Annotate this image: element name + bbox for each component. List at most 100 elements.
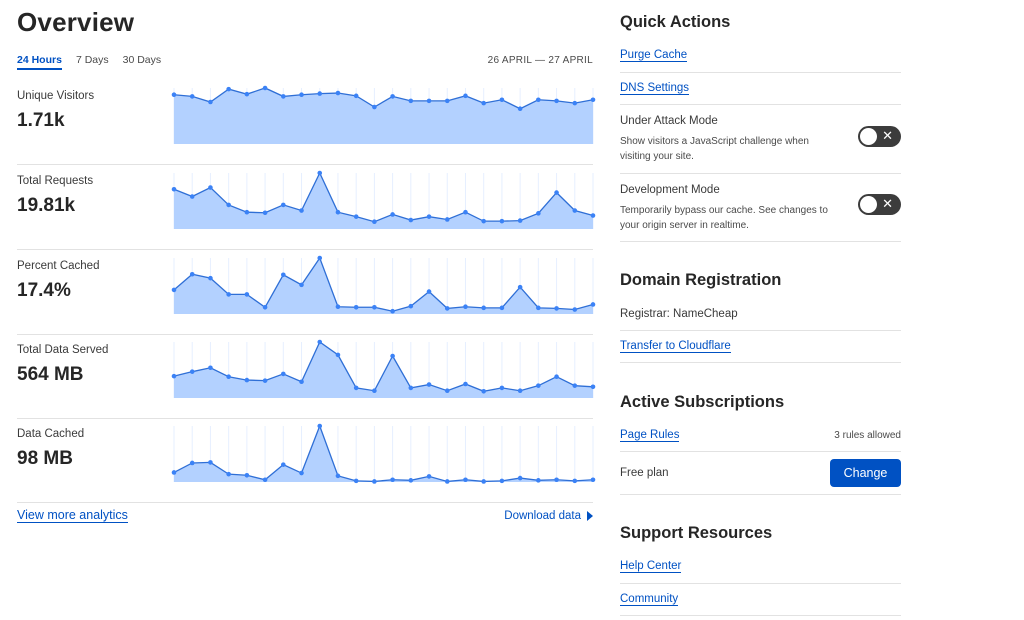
development-mode-toggle[interactable]: ✕	[858, 194, 901, 215]
data-point[interactable]	[554, 190, 559, 195]
data-point[interactable]	[517, 218, 523, 223]
data-point[interactable]	[481, 479, 486, 484]
data-point[interactable]	[426, 474, 432, 479]
data-point[interactable]	[426, 98, 432, 104]
data-point[interactable]	[590, 384, 596, 390]
data-point[interactable]	[554, 306, 559, 311]
data-point[interactable]	[463, 209, 468, 215]
data-point[interactable]	[244, 209, 250, 215]
data-point[interactable]	[536, 383, 541, 388]
data-point[interactable]	[372, 479, 377, 484]
data-point[interactable]	[590, 477, 596, 483]
data-point[interactable]	[335, 90, 341, 96]
data-point[interactable]	[536, 97, 541, 103]
data-point[interactable]	[554, 98, 559, 104]
data-point[interactable]	[353, 478, 359, 484]
data-point[interactable]	[208, 185, 213, 190]
data-point[interactable]	[554, 477, 559, 483]
data-point[interactable]	[189, 271, 195, 277]
data-point[interactable]	[226, 86, 231, 92]
data-point[interactable]	[335, 352, 341, 358]
data-point[interactable]	[171, 287, 177, 293]
under-attack-toggle[interactable]: ✕	[858, 126, 901, 147]
data-point[interactable]	[517, 388, 523, 394]
data-point[interactable]	[171, 470, 177, 475]
data-point[interactable]	[244, 292, 250, 297]
data-point[interactable]	[335, 304, 341, 310]
tab-30-days[interactable]: 30 Days	[123, 54, 162, 70]
data-point[interactable]	[481, 218, 486, 224]
data-point[interactable]	[262, 210, 268, 216]
data-point[interactable]	[372, 104, 377, 110]
help-center-link[interactable]: Help Center	[620, 560, 682, 573]
data-point[interactable]	[226, 292, 231, 297]
change-plan-button[interactable]: Change	[830, 459, 901, 487]
data-point[interactable]	[572, 307, 578, 312]
data-point[interactable]	[499, 385, 505, 391]
data-point[interactable]	[317, 170, 323, 176]
data-point[interactable]	[226, 471, 231, 477]
dns-settings-link[interactable]: DNS Settings	[620, 82, 690, 95]
data-point[interactable]	[572, 208, 578, 213]
data-point[interactable]	[299, 208, 304, 213]
data-point[interactable]	[390, 353, 395, 359]
data-point[interactable]	[262, 477, 268, 483]
data-point[interactable]	[189, 369, 195, 374]
data-point[interactable]	[372, 304, 377, 310]
data-point[interactable]	[281, 272, 286, 278]
data-point[interactable]	[444, 479, 450, 484]
data-point[interactable]	[317, 423, 323, 429]
data-point[interactable]	[281, 94, 286, 99]
data-point[interactable]	[390, 477, 395, 483]
data-point[interactable]	[517, 106, 523, 112]
data-point[interactable]	[426, 214, 432, 219]
tab-7-days[interactable]: 7 Days	[76, 54, 109, 70]
data-point[interactable]	[481, 388, 486, 394]
data-point[interactable]	[189, 460, 195, 466]
data-point[interactable]	[590, 302, 596, 307]
data-point[interactable]	[353, 214, 359, 219]
data-point[interactable]	[281, 371, 286, 377]
data-point[interactable]	[189, 94, 195, 99]
data-point[interactable]	[171, 186, 177, 192]
data-point[interactable]	[281, 202, 286, 208]
page-rules-link[interactable]: Page Rules	[620, 429, 680, 442]
data-point[interactable]	[335, 473, 341, 479]
view-more-analytics-link[interactable]: View more analytics	[17, 508, 128, 523]
data-point[interactable]	[536, 305, 541, 311]
data-point[interactable]	[499, 305, 505, 311]
data-point[interactable]	[590, 213, 596, 218]
purge-cache-link[interactable]: Purge Cache	[620, 49, 688, 62]
data-point[interactable]	[444, 388, 450, 394]
data-point[interactable]	[536, 211, 541, 216]
transfer-to-cloudflare-link[interactable]: Transfer to Cloudflare	[620, 340, 731, 353]
data-point[interactable]	[390, 308, 395, 314]
data-point[interactable]	[335, 209, 341, 215]
data-point[interactable]	[481, 100, 486, 106]
data-point[interactable]	[244, 377, 250, 383]
data-point[interactable]	[408, 98, 414, 104]
data-point[interactable]	[426, 382, 432, 387]
download-data-button[interactable]: Download data	[504, 510, 593, 522]
data-point[interactable]	[390, 94, 395, 99]
data-point[interactable]	[390, 212, 395, 217]
data-point[interactable]	[317, 339, 323, 345]
data-point[interactable]	[499, 478, 505, 484]
data-point[interactable]	[281, 462, 286, 467]
data-point[interactable]	[372, 219, 377, 225]
data-point[interactable]	[463, 93, 468, 99]
data-point[interactable]	[353, 93, 359, 99]
data-point[interactable]	[463, 381, 468, 387]
data-point[interactable]	[444, 306, 450, 311]
data-point[interactable]	[590, 97, 596, 103]
data-point[interactable]	[262, 378, 268, 383]
data-point[interactable]	[299, 470, 304, 476]
data-point[interactable]	[499, 97, 505, 103]
data-point[interactable]	[572, 100, 578, 106]
data-point[interactable]	[517, 284, 523, 290]
data-point[interactable]	[317, 255, 323, 261]
community-link[interactable]: Community	[620, 593, 679, 606]
data-point[interactable]	[208, 99, 213, 105]
data-point[interactable]	[554, 374, 559, 380]
data-point[interactable]	[189, 194, 195, 199]
